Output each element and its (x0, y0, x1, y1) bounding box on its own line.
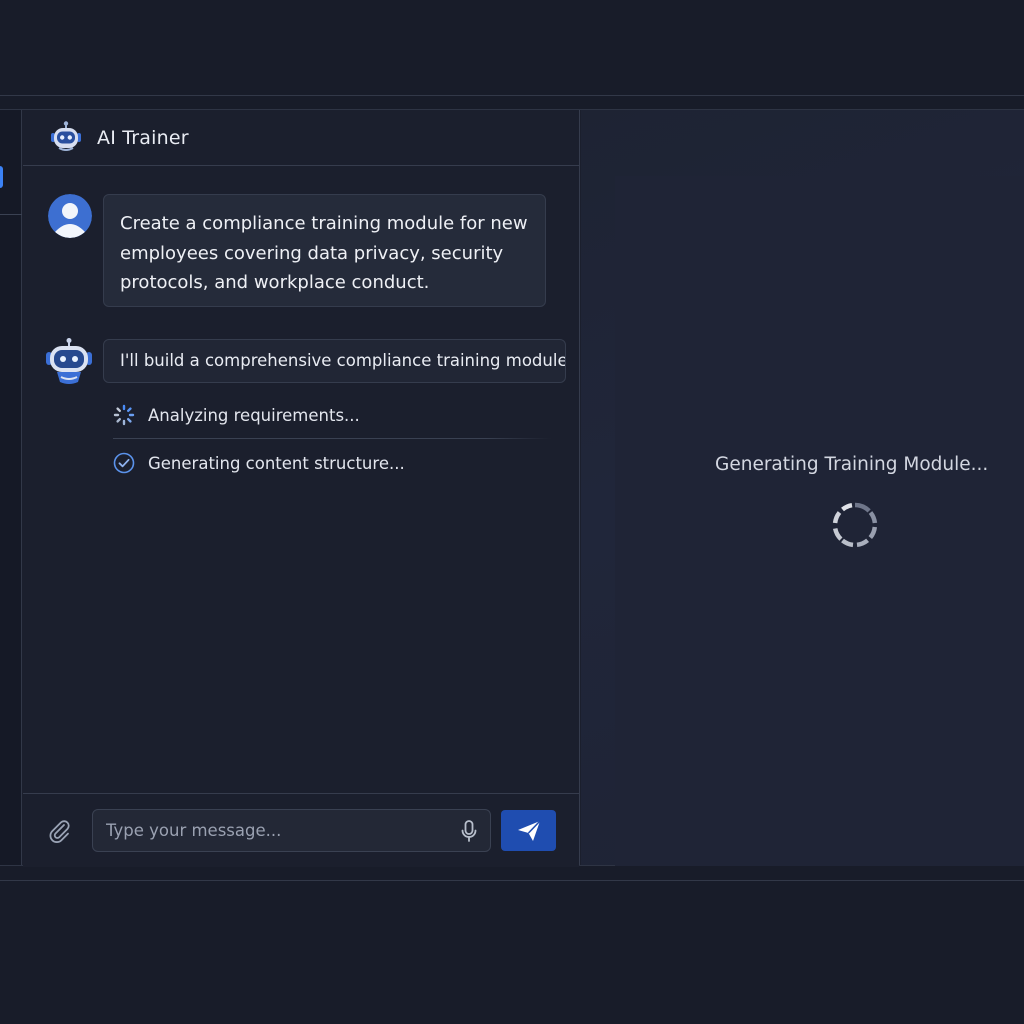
robot-avatar-icon (44, 337, 94, 387)
check-circle-icon (113, 452, 135, 474)
message-input-container (92, 809, 491, 852)
preview-panel: Generating Training Module... (581, 110, 1024, 866)
chat-title: AI Trainer (97, 126, 189, 149)
bottom-backdrop (0, 880, 1024, 1024)
robot-icon (47, 119, 85, 157)
spinner-icon (113, 404, 135, 426)
loading-spinner-icon (831, 501, 879, 549)
send-icon (517, 819, 541, 841)
app-window: AI Trainer Create a compliance training … (0, 109, 1024, 867)
generation-status: Generating Training Module... (715, 454, 989, 475)
assistant-message: I'll build a comprehensive compliance tr… (103, 339, 566, 383)
message-input[interactable] (93, 810, 443, 851)
chat-panel: AI Trainer Create a compliance training … (23, 110, 580, 867)
step-divider (113, 438, 551, 439)
step-analyzing: Analyzing requirements... (113, 403, 360, 427)
step-label: Analyzing requirements... (148, 405, 360, 425)
sidebar-active-indicator[interactable] (0, 166, 3, 188)
user-avatar-icon (48, 194, 92, 238)
send-button[interactable] (501, 810, 556, 851)
step-generating: Generating content structure... (113, 451, 405, 475)
step-label: Generating content structure... (148, 453, 405, 473)
sidebar-divider (0, 214, 22, 215)
preview-canvas (615, 176, 1024, 866)
message-composer (23, 793, 579, 867)
sidebar-collapsed (0, 110, 22, 865)
top-backdrop (0, 0, 1024, 96)
paperclip-icon[interactable] (45, 816, 73, 844)
chat-header: AI Trainer (23, 110, 579, 166)
user-message: Create a compliance training module for … (103, 194, 546, 307)
microphone-icon[interactable] (458, 819, 480, 843)
